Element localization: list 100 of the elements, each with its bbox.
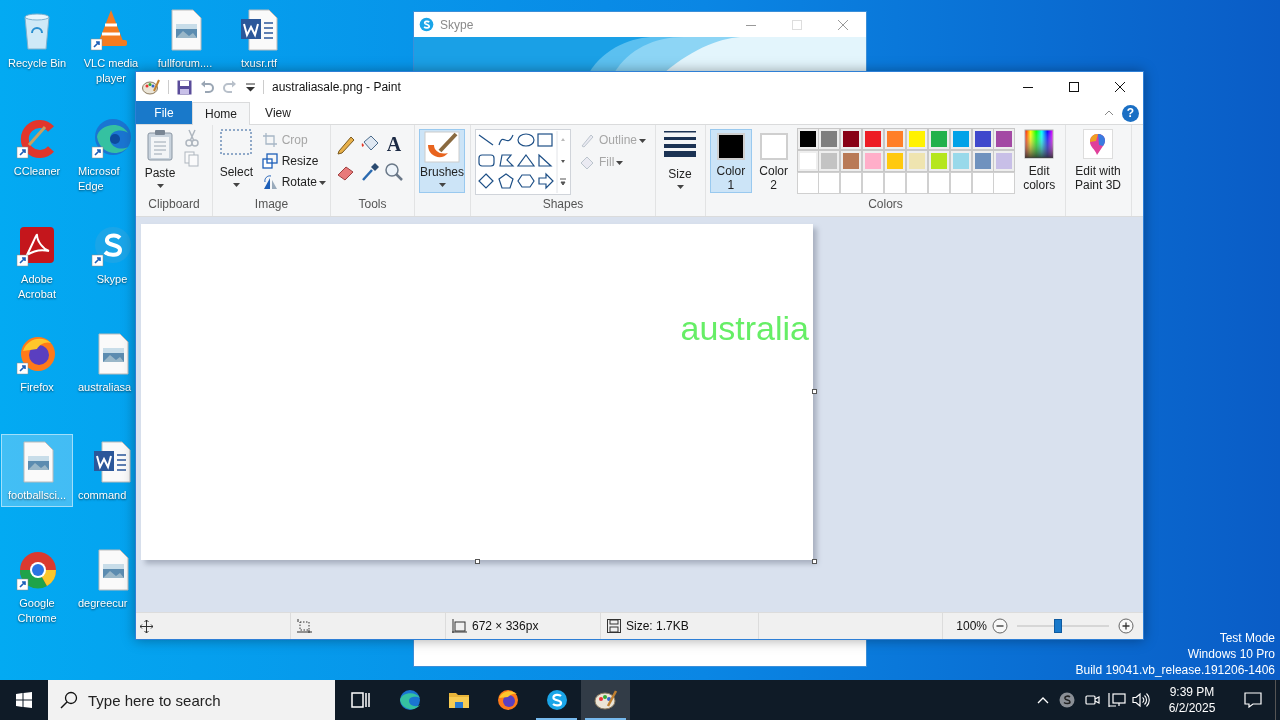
- palette-swatch[interactable]: [863, 129, 884, 149]
- file-size: Size: 1.7KB: [626, 618, 689, 635]
- palette-swatch[interactable]: [928, 129, 949, 149]
- group-label: Clipboard: [147, 196, 201, 213]
- palette-swatch[interactable]: [906, 151, 927, 171]
- text-tool-button[interactable]: A: [383, 133, 405, 155]
- resize-handle[interactable]: [475, 559, 480, 564]
- windows-logo-icon: [16, 692, 32, 708]
- close-icon: [838, 19, 848, 30]
- customize-dropdown-icon[interactable]: [246, 82, 255, 92]
- caret-icon: [319, 180, 326, 185]
- brush-icon: [424, 131, 460, 163]
- group-label: Colors: [867, 196, 904, 213]
- dashed-rectangle-icon: [220, 129, 253, 155]
- collapse-ribbon-icon[interactable]: [1104, 110, 1114, 116]
- caret-icon: [438, 183, 446, 187]
- paint-3d-icon: [1083, 129, 1113, 159]
- palette-icon[interactable]: [142, 79, 160, 95]
- group-label: Tools: [357, 196, 388, 213]
- taskbar-app-button[interactable]: [581, 680, 630, 720]
- save-icon[interactable]: [177, 79, 192, 95]
- window-title: Skype: [440, 16, 474, 34]
- palette-swatch[interactable]: [863, 151, 884, 171]
- selection-size-icon: [297, 618, 312, 634]
- speech-bubble-icon: [1244, 692, 1262, 708]
- select-button[interactable]: Select: [217, 129, 256, 187]
- line-width-icon: [664, 129, 696, 157]
- caret-icon: [616, 160, 624, 165]
- palette-swatch[interactable]: [950, 129, 971, 149]
- group-label: Image: [253, 196, 290, 213]
- maximize-icon: [1069, 82, 1079, 92]
- palette-swatch[interactable]: [928, 151, 949, 171]
- color-slot-button[interactable]: Color 2: [752, 129, 795, 193]
- edit-colors-button[interactable]: Edit colors: [1017, 129, 1061, 192]
- system-info-text: Test Mode: [1219, 630, 1275, 646]
- clipboard-icon: [146, 129, 174, 161]
- palette-swatch[interactable]: [885, 151, 905, 171]
- caret-icon: [676, 185, 684, 189]
- palette-swatch[interactable]: [906, 129, 927, 149]
- skype-tray-icon[interactable]: [1059, 692, 1075, 708]
- palette-swatch[interactable]: [994, 129, 1015, 149]
- resize-handle[interactable]: [812, 559, 817, 564]
- palette-swatch[interactable]: [819, 129, 840, 149]
- caret-icon: [156, 184, 164, 188]
- palette-swatch[interactable]: [797, 129, 818, 149]
- close-icon: [1115, 82, 1125, 92]
- palette-swatch[interactable]: [841, 151, 862, 171]
- rotate-button[interactable]: Rotate: [259, 171, 319, 192]
- color-picker-icon[interactable]: [359, 161, 381, 183]
- ribbon-tab[interactable]: Home: [192, 102, 250, 125]
- brushes-button[interactable]: Brushes: [419, 129, 465, 193]
- ribbon-tab[interactable]: View: [250, 101, 306, 124]
- canvas-text: australia: [680, 308, 809, 348]
- image-size-icon: [452, 618, 467, 634]
- crop-icon: [261, 131, 278, 148]
- edge-icon: [397, 688, 422, 712]
- rotate-icon: [261, 173, 278, 190]
- chevron-up-icon[interactable]: [1037, 696, 1049, 704]
- search-icon: [60, 691, 78, 709]
- magnifier-icon[interactable]: [383, 161, 405, 183]
- firefox-icon: [495, 688, 520, 712]
- resize-handle[interactable]: [812, 389, 817, 394]
- image-dimensions: 672 × 336px: [472, 618, 539, 635]
- caret-icon: [639, 138, 647, 143]
- undo-icon[interactable]: [200, 79, 215, 95]
- resize-button[interactable]: Resize: [259, 150, 326, 171]
- ribbon-tab[interactable]: File: [136, 101, 192, 124]
- caret-icon: [232, 183, 240, 187]
- zoom-in-button[interactable]: [1118, 618, 1134, 634]
- clock[interactable]: 9:39 PM 6/2/2025: [1153, 680, 1231, 720]
- window-title: australiasale.png - Paint: [272, 79, 401, 96]
- zoom-slider[interactable]: [1017, 619, 1109, 633]
- camera-icon[interactable]: [1083, 692, 1101, 708]
- paste-button[interactable]: Paste: [140, 129, 180, 188]
- palette-swatch[interactable]: [885, 129, 905, 149]
- desktop-icon[interactable]: footballsci...: [1, 434, 73, 507]
- paint-3d-button[interactable]: Edit with Paint 3D: [1070, 129, 1126, 192]
- slider-thumb[interactable]: [1054, 619, 1063, 633]
- zoom-out-button[interactable]: [992, 618, 1008, 634]
- palette-swatch[interactable]: [819, 151, 840, 171]
- palette-swatch[interactable]: [972, 129, 993, 149]
- color-slot-button[interactable]: Color 1: [710, 129, 752, 193]
- network-icon[interactable]: [1108, 692, 1126, 708]
- help-button[interactable]: ?: [1122, 104, 1139, 122]
- skype-icon: [419, 17, 434, 32]
- group-label: Shapes: [541, 196, 585, 213]
- speaker-icon[interactable]: [1132, 692, 1150, 708]
- palette-swatch[interactable]: [950, 151, 971, 171]
- system-info-text: Windows 10 Pro: [1187, 646, 1275, 662]
- maximize-icon: [792, 19, 802, 30]
- zoom-level: 100%: [955, 618, 987, 635]
- palette-swatch[interactable]: [994, 151, 1015, 171]
- palette-swatch[interactable]: [972, 151, 993, 171]
- search-field[interactable]: Type here to search: [48, 680, 335, 720]
- move-cursor-icon: [140, 619, 153, 633]
- size-button[interactable]: Size: [660, 129, 700, 189]
- palette-icon: [593, 688, 618, 712]
- palette-swatch[interactable]: [841, 129, 862, 149]
- palette-swatch[interactable]: [797, 151, 818, 171]
- shapes-gallery[interactable]: [475, 129, 571, 195]
